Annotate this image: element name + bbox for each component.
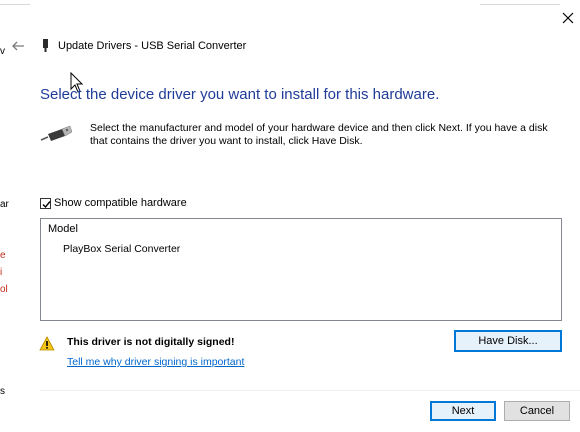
model-listbox[interactable]: Model PlayBox Serial Converter <box>40 218 562 321</box>
driver-signing-link[interactable]: Tell me why driver signing is important <box>67 356 244 368</box>
back-button[interactable] <box>10 38 26 54</box>
model-column-header: Model <box>48 223 78 235</box>
page-heading: Select the device driver you want to ins… <box>40 86 440 103</box>
background-text-fragment: ar <box>0 199 9 210</box>
close-button[interactable] <box>560 10 576 26</box>
next-button[interactable]: Next <box>430 401 496 421</box>
warning-icon <box>39 336 55 351</box>
have-disk-button[interactable]: Have Disk... <box>454 330 562 352</box>
close-icon <box>562 12 574 24</box>
checkbox-box[interactable] <box>40 197 51 209</box>
show-compatible-checkbox[interactable]: Show compatible hardware <box>40 197 187 209</box>
back-arrow-icon <box>12 41 24 51</box>
background-text-fragment: e <box>0 250 6 261</box>
background-text-fragment: i <box>0 267 3 278</box>
background-text-fragment: ol <box>0 284 8 295</box>
background-window-edge <box>0 0 5 432</box>
list-item[interactable]: PlayBox Serial Converter <box>63 243 180 255</box>
instructions-text: Select the manufacturer and model of you… <box>90 122 548 147</box>
checkmark-icon <box>42 200 51 208</box>
footer-separator <box>40 390 580 391</box>
usb-device-icon <box>40 124 73 144</box>
unsigned-driver-warning: This driver is not digitally signed! <box>67 336 235 348</box>
background-text-fragment: s <box>0 386 5 397</box>
background-text-fragment: v <box>0 46 5 57</box>
background-window-border <box>480 0 560 5</box>
window-title: Update Drivers - USB Serial Converter <box>58 40 247 52</box>
background-window-border <box>0 0 30 5</box>
show-compatible-label: Show compatible hardware <box>54 197 187 209</box>
cancel-button[interactable]: Cancel <box>504 401 570 421</box>
device-icon <box>42 39 49 52</box>
